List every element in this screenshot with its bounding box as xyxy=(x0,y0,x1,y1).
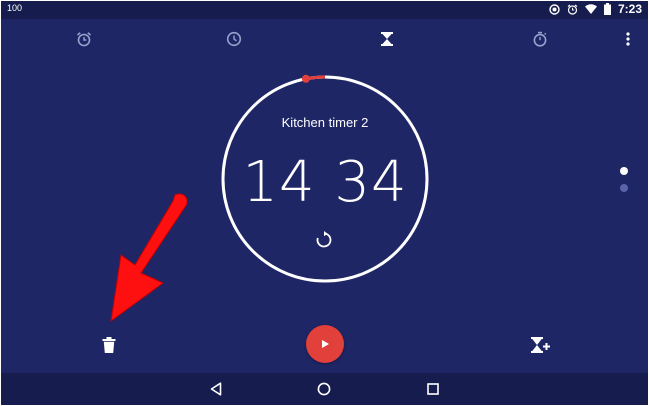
overflow-menu-button[interactable] xyxy=(618,29,638,49)
navigation-bar xyxy=(1,373,648,405)
timer-label[interactable]: Kitchen timer 2 xyxy=(220,115,430,130)
more-vert-icon xyxy=(626,32,630,46)
add-timer-button[interactable] xyxy=(529,333,553,357)
nav-back-button[interactable] xyxy=(206,379,226,399)
home-icon xyxy=(317,382,331,396)
nav-home-button[interactable] xyxy=(314,379,334,399)
alarm-icon xyxy=(76,32,92,47)
play-icon xyxy=(322,340,329,348)
stopwatch-icon xyxy=(533,31,547,47)
page-indicator-dot-active xyxy=(620,167,628,175)
clock-app-screen: 100 7:23 Kitchen timer 2 14 34 xyxy=(1,1,648,405)
status-time: 7:23 xyxy=(617,2,642,16)
tab-stopwatch[interactable] xyxy=(530,29,550,49)
hourglass-icon xyxy=(381,32,393,46)
alarm-icon xyxy=(567,4,578,15)
sync-icon xyxy=(549,3,560,15)
battery-percent: 100 xyxy=(7,3,23,13)
back-icon xyxy=(210,382,222,396)
recents-icon xyxy=(427,383,439,395)
start-timer-button[interactable] xyxy=(306,325,344,363)
trash-icon xyxy=(102,337,116,353)
annotation-arrow xyxy=(110,193,188,323)
timer-dial: Kitchen timer 2 14 34 xyxy=(220,74,430,284)
add-timer-icon xyxy=(531,337,550,353)
tab-timer[interactable] xyxy=(377,29,397,49)
battery-icon xyxy=(603,3,611,15)
timer-remaining-time: 14 34 xyxy=(242,150,408,215)
reset-button[interactable] xyxy=(315,231,337,253)
wifi-icon xyxy=(584,4,597,14)
status-icons: 7:23 xyxy=(549,2,642,16)
timer-progress-knob xyxy=(301,74,310,83)
page-indicator-dot xyxy=(620,184,628,192)
delete-timer-button[interactable] xyxy=(97,333,121,357)
tab-alarm[interactable] xyxy=(74,29,94,49)
status-bar: 100 7:23 xyxy=(1,1,648,19)
nav-recents-button[interactable] xyxy=(423,379,443,399)
clock-icon xyxy=(226,31,242,47)
reset-icon xyxy=(316,231,332,248)
tab-clock[interactable] xyxy=(224,29,244,49)
